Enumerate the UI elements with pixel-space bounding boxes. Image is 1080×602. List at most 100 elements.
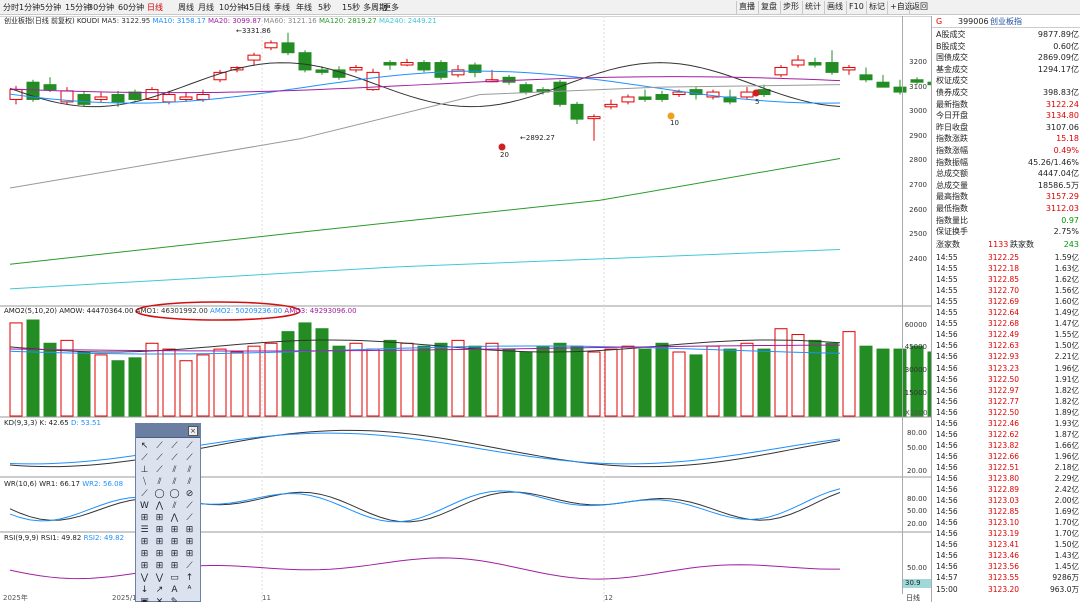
period-tab[interactable]: 5秒 <box>318 2 331 13</box>
drawing-tool-icon[interactable]: ⟋ <box>168 452 181 464</box>
drawing-tool-icon[interactable]: ⊞ <box>138 560 151 572</box>
drawing-tool-icon[interactable]: ⟋ <box>138 488 151 500</box>
ma5-label: MA5: 3122.95 <box>101 17 151 25</box>
drawing-tool-icon[interactable]: ⟋ <box>153 464 166 476</box>
toolbar-button[interactable]: 统计 <box>802 1 824 14</box>
drawing-tool-icon[interactable]: ✕ <box>153 596 166 602</box>
period-tab[interactable]: 季线 <box>274 2 290 13</box>
period-tab[interactable]: 年线 <box>296 2 312 13</box>
drawing-tool-icon[interactable]: ⟋ <box>153 440 166 452</box>
drawing-tool-icon[interactable]: ⋁ <box>138 572 151 584</box>
drawing-tool-icon[interactable]: ◯ <box>168 488 181 500</box>
drawing-tool-icon[interactable]: ↑ <box>183 572 196 584</box>
drawing-tool-icon[interactable]: ⊞ <box>153 512 166 524</box>
drawing-tool-icon[interactable]: ⊞ <box>168 548 181 560</box>
drawing-tool-icon[interactable]: ⊞ <box>153 524 166 536</box>
drawing-tool-icon[interactable]: ✎ <box>168 596 181 602</box>
drawing-tool-icon[interactable]: ⋁ <box>153 572 166 584</box>
drawing-tool-icon[interactable]: ⋀ <box>153 500 166 512</box>
drawing-tool-icon[interactable]: ⟋ <box>183 512 196 524</box>
candle <box>332 69 346 78</box>
tick-row: 14:56 3122.46 1.93亿 <box>936 418 1079 429</box>
price-axis: 3200 3100 3000 2900 2800 2700 2600 2500 2400 6000… <box>902 16 931 594</box>
period-tab[interactable]: 30分钟 <box>88 2 114 13</box>
drawing-tool-icon[interactable]: ⫽ <box>153 476 166 488</box>
period-tab[interactable]: 日线 <box>147 2 163 13</box>
drawing-tool-icon[interactable]: ↓ <box>138 584 151 596</box>
period-tab[interactable]: 45日线 <box>244 2 270 13</box>
period-tab[interactable]: 周线 <box>178 2 194 13</box>
drawing-toolbox[interactable]: × ↖ ⟋ ⟋ ⟋ ⟋ ⟋ ⟋ ⟋ ⊥ ⟋ ⫽ ⫽ ⧹ ⫽ ⫽ ⫽ ⟋ ◯ ◯ ⊘ W ⋀ ⫽ ⟋ ⊞ ⊞ ⋀ ⟋ ☰ ⊞ ⊞ ⊞ ⊞ ⊞ ⊞ ⊞ ⊞ ⊞… <box>135 423 201 602</box>
drawing-tool-icon[interactable]: ⟋ <box>183 560 196 572</box>
drawing-tool-icon[interactable]: ⊞ <box>183 536 196 548</box>
drawing-tool-icon[interactable]: W <box>138 500 151 512</box>
tick-row: 14:56 3123.80 2.29亿 <box>936 473 1079 484</box>
drawing-tool-icon[interactable]: ↖ <box>138 440 151 452</box>
drawing-tool-icon[interactable]: ⟋ <box>153 452 166 464</box>
drawing-tool-icon[interactable]: ⊞ <box>168 536 181 548</box>
tick-row: 14:55 3122.85 1.62亿 <box>936 274 1079 285</box>
volume-bar <box>162 348 176 417</box>
drawing-tool-icon[interactable]: ⫽ <box>183 464 196 476</box>
stat-value: 0.97 <box>1061 215 1079 225</box>
period-tab[interactable]: 更多 <box>383 2 399 13</box>
drawing-tool-icon[interactable]: ⫽ <box>168 464 181 476</box>
drawing-tool-icon[interactable]: ⊞ <box>168 560 181 572</box>
period-tab[interactable]: 分时 <box>3 2 19 13</box>
drawing-tool-icon[interactable]: ☰ <box>138 524 151 536</box>
tick-amount: 1.56亿 <box>1054 286 1079 296</box>
drawing-tool-icon[interactable]: ⊞ <box>138 536 151 548</box>
drawing-tool-icon[interactable]: ⊞ <box>183 524 196 536</box>
drawing-tool-icon[interactable]: ⊞ <box>153 536 166 548</box>
drawing-tool-icon[interactable]: ⋀ <box>168 512 181 524</box>
drawing-tool-icon[interactable]: ⫽ <box>168 476 181 488</box>
period-tab[interactable]: 10分钟 <box>219 2 245 13</box>
toolbar-button[interactable]: 标记 <box>866 1 887 14</box>
drawing-tool-icon[interactable]: ⊞ <box>183 548 196 560</box>
drawing-tool-icon[interactable]: ▭ <box>168 572 181 584</box>
drawing-tool-icon[interactable]: ⫽ <box>168 500 181 512</box>
volume-bar <box>570 345 584 417</box>
tick-row: 14:56 3123.19 1.70亿 <box>936 528 1079 539</box>
drawing-tool-icon[interactable]: ⟋ <box>183 500 196 512</box>
drawing-tool-icon[interactable]: A <box>168 584 181 596</box>
tick-time: 14:56 <box>936 429 958 439</box>
drawing-tool-icon[interactable]: ⊞ <box>153 560 166 572</box>
period-tab[interactable]: 月线 <box>198 2 214 13</box>
drawing-tool-icon[interactable]: ⟋ <box>168 440 181 452</box>
drawing-tool-icon[interactable]: ⊞ <box>138 548 151 560</box>
toolbar-button[interactable]: 复盘 <box>758 1 780 14</box>
toolbar-button[interactable]: 直播 <box>736 1 758 14</box>
drawing-tool-icon[interactable]: ⊥ <box>138 464 151 476</box>
stat-label: 基金成交 <box>936 64 968 74</box>
toolbox-titlebar[interactable]: × <box>136 424 200 438</box>
drawing-tool-icon[interactable]: ◯ <box>153 488 166 500</box>
drawing-tool-icon[interactable]: ⊞ <box>168 524 181 536</box>
toolbar-button[interactable]: 画线 <box>824 1 846 14</box>
drawing-tool-icon[interactable]: ⫽ <box>183 476 196 488</box>
period-tab[interactable]: 15秒 <box>342 2 360 13</box>
toolbar-button[interactable]: F10 <box>846 1 866 14</box>
toolbar-button[interactable]: +自选 <box>887 1 913 14</box>
drawing-tool-icon[interactable]: ⟋ <box>183 440 196 452</box>
toolbar-button[interactable]: 返回 <box>909 1 931 14</box>
stat-label: 指数振幅 <box>936 157 968 167</box>
drawing-tool-icon[interactable]: ▣ <box>138 596 151 602</box>
drawing-tool-icon[interactable]: ↗ <box>153 584 166 596</box>
drawing-tool-icon[interactable]: ⊞ <box>153 548 166 560</box>
close-icon[interactable]: × <box>188 426 198 436</box>
toolbar-button[interactable]: 步形 <box>780 1 802 14</box>
stat-row: B股成交 0.60亿 <box>936 41 1079 53</box>
drawing-tool-icon[interactable]: ⧹ <box>138 476 151 488</box>
tick-amount: 1.47亿 <box>1054 319 1079 329</box>
price-pane-header: 创业板指(日线 前复权) KOUDI MA5: 3122.95 MA10: 31… <box>4 17 437 26</box>
period-tab[interactable]: 60分钟 <box>118 2 144 13</box>
drawing-tool-icon[interactable]: ⟋ <box>138 452 151 464</box>
drawing-tool-icon[interactable]: ⟋ <box>183 452 196 464</box>
drawing-tool-icon[interactable]: ᴬ <box>183 584 196 596</box>
drawing-tool-icon[interactable]: ⊘ <box>183 488 196 500</box>
period-tab[interactable]: 5分钟 <box>40 2 61 13</box>
stat-label: 指数涨跌 <box>936 134 968 144</box>
period-tab[interactable]: 1分钟 <box>19 2 40 13</box>
drawing-tool-icon[interactable]: ⊞ <box>138 512 151 524</box>
